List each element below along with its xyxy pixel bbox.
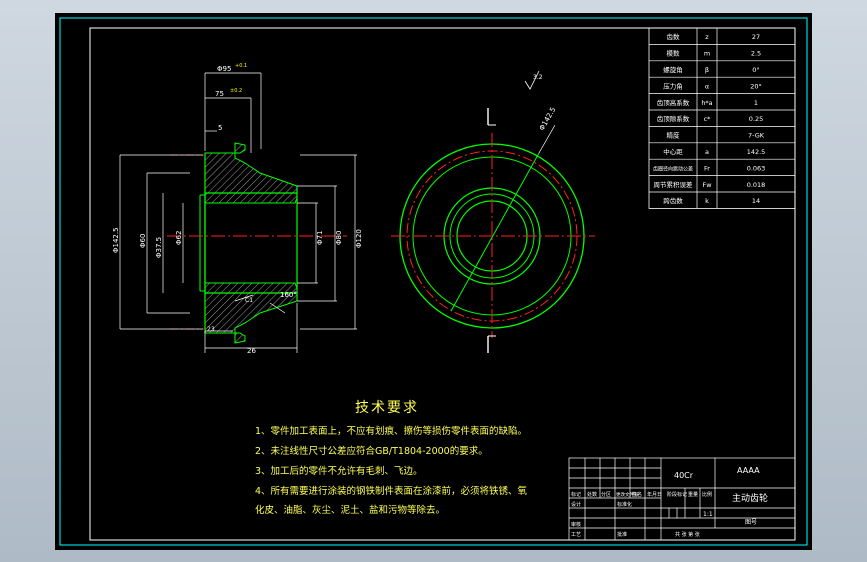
tb-company: AAAA — [737, 466, 760, 475]
param-row: 齿顶高系数 h*a 1 — [657, 98, 758, 107]
dim-bottom-small: 23 — [207, 326, 215, 333]
tb-standard: 标准化 — [617, 501, 632, 508]
dim-bore-left: Φ60 — [139, 234, 147, 248]
tech-requirement-item: 3、加工后的零件不允许有毛刺、飞边。 — [255, 466, 423, 477]
param-symbol: Fw — [702, 181, 712, 189]
param-value: 20° — [750, 82, 762, 90]
tb-scale: 1:1 — [703, 511, 713, 518]
param-symbol: k — [705, 197, 709, 205]
tech-requirement-item: 化皮、油脂、灰尘、泥土、盐和污物等除去。 — [255, 505, 446, 516]
dim-right-3: Φ120 — [355, 229, 363, 248]
diameter-leader — [450, 152, 540, 312]
tb-header-mark: 标记 — [571, 491, 581, 498]
param-row: 螺旋角 β 0° — [663, 65, 759, 74]
tech-requirement-item: 2、未注线性尺寸公差应符合GB/T1804-2000的要求。 — [255, 446, 488, 457]
param-value: 2.5 — [751, 50, 761, 58]
param-name: 周节累积误差 — [654, 180, 694, 189]
outer-frame — [59, 17, 808, 546]
dim-d-top-tol: +0.1 — [235, 63, 247, 69]
param-name: 齿数 — [667, 32, 681, 41]
param-name: 模数 — [667, 49, 681, 58]
tb-review: 审核 — [571, 521, 581, 528]
param-name: 齿顶隙系数 — [657, 114, 690, 123]
param-symbol: α — [705, 82, 709, 90]
dim-length: 26 — [247, 347, 256, 355]
tech-requirement-item: 1、零件加工表面上，不应有划痕、擦伤等损伤零件表面的缺陷。 — [255, 426, 528, 437]
param-row: 精度 7-GK — [667, 131, 765, 140]
tb-approve: 批准 — [617, 531, 627, 538]
param-name: 齿顶高系数 — [657, 98, 690, 107]
dim-left-outer: Φ142.5 — [112, 227, 120, 253]
tb-design: 设计 — [571, 501, 581, 508]
tb-drawing-no: 图号 — [745, 519, 757, 526]
param-name: 压力角 — [663, 81, 683, 90]
param-value: 14 — [752, 197, 760, 205]
drawing-canvas: Φ95 +0.1 75 ±0.2 5 Φ142.5 Φ60 Φ37.5 Φ62 … — [59, 17, 808, 546]
param-name: 精度 — [667, 131, 681, 140]
param-row: 压力角 α 20° — [663, 81, 762, 90]
param-name: 中心距 — [663, 147, 683, 156]
param-symbol: Fr — [704, 164, 710, 172]
param-row: 周节累积误差 Fw 0.018 — [654, 180, 766, 189]
param-value: 0.25 — [749, 115, 763, 123]
tb-ratio: 比例 — [702, 491, 712, 498]
param-row: 齿圈径向跳动公差 Fr 0.063 — [653, 164, 765, 172]
front-view[interactable]: Φ142.5 3.2 — [391, 70, 595, 353]
param-symbol: z — [705, 33, 709, 41]
section-view[interactable]: Φ95 +0.1 75 ±0.2 5 Φ142.5 Φ60 Φ37.5 Φ62 … — [112, 63, 363, 355]
param-symbol: β — [705, 66, 709, 74]
gear-param-table[interactable]: 齿数 z 27 模数 m 2.5 螺旋角 β 0° 压力角 α 20° 齿顶高系数 h*a 1 齿顶隙系数 c*… — [648, 27, 796, 209]
param-symbol: h*a — [701, 99, 712, 107]
param-name: 跨齿数 — [663, 196, 683, 205]
tb-process: 工艺 — [571, 532, 581, 538]
tb-sheet: 共 张 第 张 — [675, 531, 700, 538]
tech-requirement-item: 4、所有需要进行涂装的钢铁制件表面在涂漆前，必须将铁锈、氧 — [255, 486, 528, 497]
dim-d-second: 75 — [215, 90, 224, 98]
tb-header-zone: 分区 — [601, 491, 611, 498]
tb-header-date: 年月日 — [647, 491, 662, 498]
dim-chamfer-angle: 160° — [280, 291, 297, 299]
dim-right-2: Φ80 — [335, 231, 343, 245]
param-symbol: c* — [704, 115, 712, 123]
tb-stage: 阶段标记 — [667, 491, 687, 498]
param-value: 0.063 — [747, 164, 766, 172]
inner-frame — [89, 27, 796, 541]
dim-bore-center: Φ62 — [175, 231, 183, 245]
param-value: 27 — [752, 33, 760, 41]
cad-viewport[interactable]: Φ95 +0.1 75 ±0.2 5 Φ142.5 Φ60 Φ37.5 Φ62 … — [0, 0, 867, 562]
param-row: 中心距 a 142.5 — [663, 147, 765, 156]
tb-material: 40Cr — [674, 471, 694, 480]
param-name: 齿圈径向跳动公差 — [653, 165, 693, 172]
param-value: 0.018 — [747, 181, 766, 189]
dim-d-top: Φ95 — [217, 65, 231, 73]
param-row: 齿数 z 27 — [667, 32, 761, 41]
param-row: 跨齿数 k 14 — [663, 196, 760, 205]
tb-header-sign: 签名 — [632, 491, 642, 498]
drawing-sheet[interactable]: Φ95 +0.1 75 ±0.2 5 Φ142.5 Φ60 Φ37.5 Φ62 … — [55, 13, 812, 550]
dim-bore-inner: Φ37.5 — [155, 237, 163, 258]
tb-weight: 重量 — [688, 491, 698, 498]
param-name: 螺旋角 — [663, 65, 683, 74]
param-symbol: a — [705, 148, 709, 156]
tb-part-name: 主动齿轮 — [732, 492, 768, 504]
dim-circle-label: Φ142.5 — [538, 106, 558, 132]
param-row: 模数 m 2.5 — [667, 49, 762, 58]
dim-chamfer: C1 — [245, 297, 253, 304]
dim-d-second-tol: ±0.2 — [230, 88, 242, 94]
roughness-value: 3.2 — [533, 74, 543, 81]
dim-right-1: Φ71 — [316, 231, 324, 245]
dim-small: 5 — [218, 124, 222, 132]
param-value: 142.5 — [747, 148, 766, 156]
tech-requirements-title: 技术要求 — [355, 400, 419, 416]
param-row: 齿顶隙系数 c* 0.25 — [657, 114, 763, 123]
param-value: 1 — [754, 99, 758, 107]
param-value: 0° — [752, 66, 759, 74]
param-symbol: m — [704, 50, 710, 58]
title-block[interactable]: 标记 处数 分区 更改文件号 签名 年月日 设计 标准化 审核 工艺 批准 阶段… — [568, 457, 796, 541]
param-value: 7-GK — [748, 132, 765, 140]
tb-header-count: 处数 — [587, 491, 597, 498]
